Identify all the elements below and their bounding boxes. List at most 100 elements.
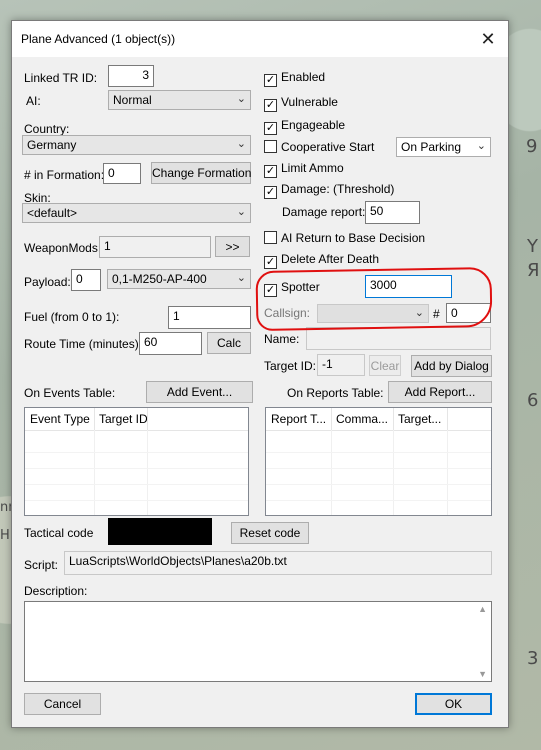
calc-button[interactable]: Calc bbox=[207, 332, 251, 354]
reset-code-button[interactable]: Reset code bbox=[231, 522, 309, 544]
weaponmods-field[interactable]: 1 bbox=[99, 236, 211, 258]
chevron-down-icon: ⌄ bbox=[236, 272, 246, 284]
skin-select-value: <default> bbox=[27, 206, 78, 220]
fuel-label: Fuel (from 0 to 1): bbox=[24, 310, 120, 324]
events-column-header[interactable]: Event Type bbox=[30, 412, 90, 426]
cooperative-start-checkbox[interactable]: Cooperative Start bbox=[264, 140, 374, 154]
row-grid-line bbox=[266, 484, 491, 485]
reports-column-header[interactable]: Comma... bbox=[336, 412, 388, 426]
ai-select[interactable]: Normal ⌄ bbox=[108, 90, 251, 110]
script-label: Script: bbox=[24, 558, 59, 572]
row-grid-line bbox=[25, 468, 248, 469]
window-title: Plane Advanced (1 object(s)) bbox=[21, 32, 176, 46]
column-divider bbox=[331, 408, 332, 430]
reports-table-label: On Reports Table: bbox=[287, 386, 384, 400]
vulnerable-checkbox[interactable]: ✓ Vulnerable bbox=[264, 95, 338, 112]
ai-select-value: Normal bbox=[113, 93, 152, 107]
clear-button[interactable]: Clear bbox=[369, 355, 401, 376]
check-icon: ✓ bbox=[264, 74, 277, 87]
target-id-label: Target ID: bbox=[264, 359, 317, 373]
row-grid-line bbox=[266, 452, 491, 453]
vulnerable-label: Vulnerable bbox=[281, 95, 338, 109]
formation-field[interactable]: 0 bbox=[103, 163, 141, 184]
row-grid-line bbox=[25, 452, 248, 453]
reports-column-header[interactable]: Target... bbox=[398, 412, 441, 426]
unchecked-box-icon bbox=[264, 231, 277, 244]
name-label: Name: bbox=[264, 332, 300, 346]
script-field[interactable]: LuaScripts\WorldObjects\Planes\a20b.txt bbox=[64, 551, 492, 575]
enabled-checkbox[interactable]: ✓ Enabled bbox=[264, 70, 325, 87]
limit-ammo-checkbox[interactable]: ✓ Limit Ammo bbox=[264, 161, 344, 178]
scroll-down-icon[interactable]: ▼ bbox=[478, 669, 487, 679]
events-column-header[interactable]: Target ID bbox=[99, 412, 148, 426]
country-select-value: Germany bbox=[27, 138, 77, 152]
map-label: Y bbox=[527, 236, 538, 257]
row-grid-line bbox=[25, 500, 248, 501]
row-grid-line bbox=[266, 500, 491, 501]
delete-after-death-label: Delete After Death bbox=[281, 252, 380, 266]
cooperative-start-select[interactable]: On Parking ⌄ bbox=[396, 137, 491, 157]
route-time-field[interactable]: 60 bbox=[139, 332, 202, 355]
column-grid-line bbox=[147, 430, 148, 515]
plane-advanced-dialog: Plane Advanced (1 object(s)) ✕ Linked TR… bbox=[11, 20, 509, 728]
map-label: 6 bbox=[527, 390, 539, 411]
country-select[interactable]: Germany ⌄ bbox=[22, 135, 251, 155]
change-formation-button[interactable]: Change Formation bbox=[151, 162, 251, 184]
check-icon: ✓ bbox=[264, 165, 277, 178]
reports-table[interactable]: Report T... Comma... Target... bbox=[265, 407, 492, 516]
target-id-field[interactable]: -1 bbox=[317, 354, 365, 376]
scroll-up-icon[interactable]: ▲ bbox=[478, 604, 487, 614]
add-event-button[interactable]: Add Event... bbox=[146, 381, 253, 403]
country-label: Country: bbox=[24, 122, 70, 136]
engageable-checkbox[interactable]: ✓ Engageable bbox=[264, 118, 345, 135]
skin-select[interactable]: <default> ⌄ bbox=[22, 203, 251, 223]
cooperative-start-label: Cooperative Start bbox=[281, 140, 375, 154]
linked-tr-field[interactable]: 3 bbox=[108, 65, 154, 87]
events-table[interactable]: Event Type Target ID bbox=[24, 407, 249, 516]
check-icon: ✓ bbox=[264, 122, 277, 135]
engageable-label: Engageable bbox=[281, 118, 346, 132]
formation-label: # in Formation: bbox=[24, 168, 105, 182]
payload-select-value: 0,1-M250-AP-400 bbox=[112, 272, 207, 286]
column-grid-line bbox=[393, 430, 394, 515]
description-label: Description: bbox=[24, 584, 88, 598]
map-label: 3 bbox=[527, 648, 539, 669]
add-by-dialog-button[interactable]: Add by Dialog bbox=[411, 355, 492, 377]
chevron-down-icon: ⌄ bbox=[236, 138, 246, 150]
chevron-down-icon: ⌄ bbox=[236, 206, 246, 218]
damage-checkbox[interactable]: ✓ Damage: (Threshold) bbox=[264, 182, 394, 199]
tactical-code-preview bbox=[108, 518, 212, 545]
close-icon[interactable]: ✕ bbox=[476, 27, 500, 51]
payload-label: Payload: bbox=[24, 275, 71, 289]
add-report-button[interactable]: Add Report... bbox=[388, 381, 492, 403]
ai-return-checkbox[interactable]: AI Return to Base Decision bbox=[264, 231, 425, 245]
payload-select[interactable]: 0,1-M250-AP-400 ⌄ bbox=[107, 269, 251, 289]
delete-after-death-checkbox[interactable]: ✓ Delete After Death bbox=[264, 252, 379, 269]
name-field[interactable] bbox=[306, 327, 491, 350]
payload-number-field[interactable]: 0 bbox=[71, 269, 101, 291]
check-icon: ✓ bbox=[264, 99, 277, 112]
column-divider bbox=[94, 408, 95, 430]
cooperative-start-value: On Parking bbox=[401, 140, 462, 154]
ai-return-label: AI Return to Base Decision bbox=[281, 231, 426, 245]
weaponmods-expand-button[interactable]: >> bbox=[215, 236, 250, 257]
fuel-field[interactable]: 1 bbox=[168, 306, 251, 329]
chevron-down-icon: ⌄ bbox=[236, 93, 246, 105]
map-label: 9 bbox=[526, 136, 538, 157]
linked-tr-label: Linked TR ID: bbox=[24, 71, 98, 85]
damage-report-field[interactable]: 50 bbox=[365, 201, 420, 224]
column-divider bbox=[393, 408, 394, 430]
row-grid-line bbox=[266, 468, 491, 469]
column-grid-line bbox=[94, 430, 95, 515]
tactical-code-label: Tactical code bbox=[24, 526, 94, 540]
column-grid-line bbox=[447, 430, 448, 515]
events-table-header: Event Type Target ID bbox=[25, 408, 248, 431]
reports-column-header[interactable]: Report T... bbox=[271, 412, 326, 426]
ok-button[interactable]: OK bbox=[415, 693, 492, 715]
damage-label: Damage: (Threshold) bbox=[281, 182, 395, 196]
cancel-button[interactable]: Cancel bbox=[24, 693, 101, 715]
limit-ammo-label: Limit Ammo bbox=[281, 161, 344, 175]
damage-report-label: Damage report: bbox=[282, 205, 366, 219]
description-textarea[interactable]: ▲ ▼ bbox=[24, 601, 492, 682]
check-icon: ✓ bbox=[264, 256, 277, 269]
